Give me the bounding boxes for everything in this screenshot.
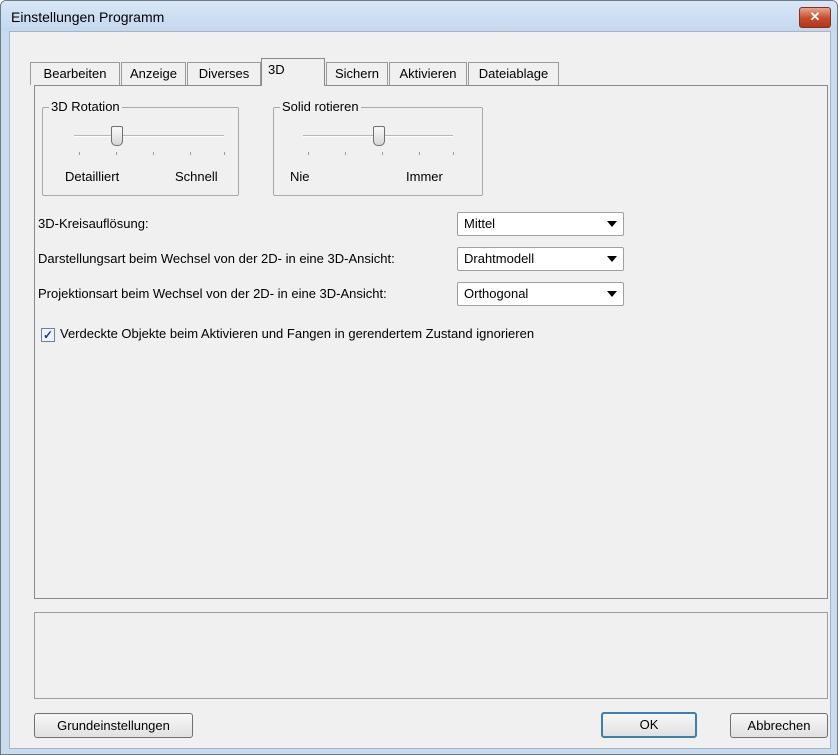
rotation-group: 3D Rotation Detailliert Schnell	[42, 99, 239, 196]
display-mode-select[interactable]: Drahtmodell	[457, 247, 624, 271]
settings-window: Einstellungen Programm ✕ Bearbeiten Anze…	[0, 0, 838, 755]
ok-button[interactable]: OK	[601, 712, 697, 738]
chevron-down-icon	[607, 291, 617, 297]
display-mode-value: Drahtmodell	[464, 251, 535, 266]
defaults-button[interactable]: Grundeinstellungen	[34, 713, 193, 738]
rotation-tick	[190, 152, 191, 155]
circle-resolution-value: Mittel	[464, 216, 496, 231]
tab-anzeige[interactable]: Anzeige	[121, 62, 186, 85]
window-title: Einstellungen Programm	[11, 9, 165, 25]
ignore-hidden-checkbox[interactable]: ✓	[41, 328, 55, 342]
title-bar[interactable]: Einstellungen Programm ✕	[1, 1, 837, 31]
rotation-tick	[153, 152, 154, 155]
rotation-tick	[79, 152, 80, 155]
display-mode-label: Darstellungsart beim Wechsel von der 2D-…	[38, 251, 395, 266]
chevron-down-icon	[607, 221, 617, 227]
tab-aktivieren[interactable]: Aktivieren	[389, 62, 467, 85]
rotation-tick	[116, 152, 117, 155]
projection-mode-label: Projektionsart beim Wechsel von der 2D- …	[38, 286, 387, 301]
projection-mode-value: Orthogonal	[464, 286, 529, 301]
solid-tick	[345, 152, 346, 155]
tab-sichern[interactable]: Sichern	[326, 62, 388, 85]
close-button[interactable]: ✕	[799, 7, 831, 28]
tab-3d[interactable]: 3D	[261, 58, 325, 86]
solid-rotate-group-title: Solid rotieren	[280, 99, 361, 114]
circle-resolution-label: 3D-Kreisauflösung:	[38, 216, 149, 231]
close-icon: ✕	[809, 9, 821, 24]
solid-rotate-group: Solid rotieren Nie Immer	[273, 99, 483, 196]
ignore-hidden-label[interactable]: Verdeckte Objekte beim Aktivieren und Fa…	[60, 326, 534, 341]
projection-mode-select[interactable]: Orthogonal	[457, 282, 624, 306]
solid-tick	[453, 152, 454, 155]
info-box	[34, 612, 828, 699]
solid-tick	[382, 152, 383, 155]
circle-resolution-select[interactable]: Mittel	[457, 212, 624, 236]
checkmark-icon: ✓	[42, 328, 54, 342]
solid-max-label: Immer	[406, 169, 443, 184]
cancel-button[interactable]: Abbrechen	[730, 713, 828, 738]
dialog-client-area: Bearbeiten Anzeige Diverses 3D Sichern A…	[9, 31, 831, 749]
solid-tick	[419, 152, 420, 155]
chevron-down-icon	[607, 256, 617, 262]
solid-min-label: Nie	[290, 169, 310, 184]
rotation-min-label: Detailliert	[65, 169, 120, 184]
tab-panel-3d: 3D Rotation Detailliert Schnell Solid ro…	[34, 85, 828, 599]
rotation-group-title: 3D Rotation	[49, 99, 122, 114]
rotation-slider-thumb[interactable]	[111, 126, 123, 146]
tab-diverses[interactable]: Diverses	[187, 62, 261, 85]
tab-dateiablage[interactable]: Dateiablage	[468, 62, 559, 85]
solid-tick	[308, 152, 309, 155]
solid-slider-thumb[interactable]	[373, 126, 385, 146]
rotation-max-label: Schnell	[175, 169, 218, 184]
tab-bearbeiten[interactable]: Bearbeiten	[30, 62, 120, 85]
rotation-tick	[224, 152, 225, 155]
rotation-slider-track[interactable]	[74, 135, 224, 137]
